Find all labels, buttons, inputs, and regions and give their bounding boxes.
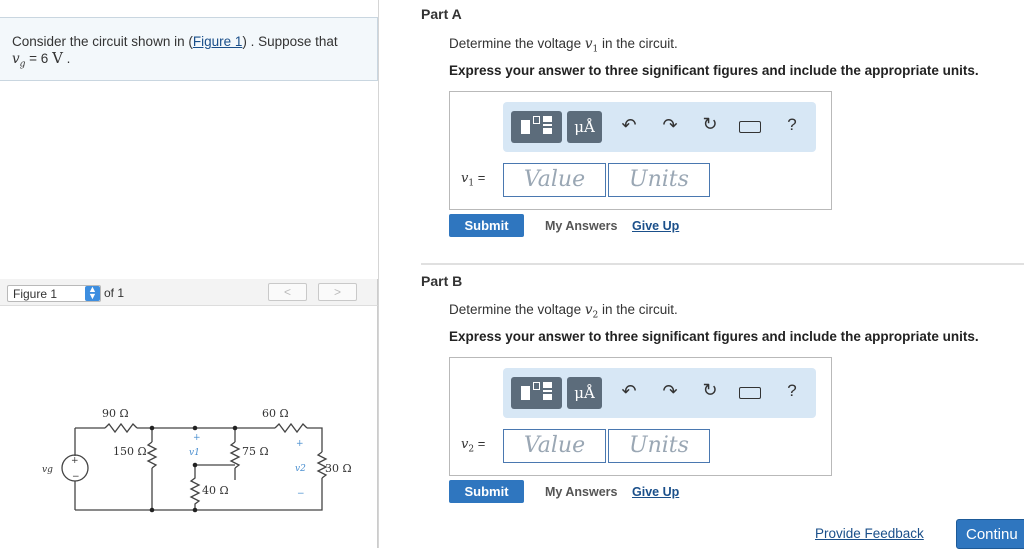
source-minus: −	[72, 472, 80, 482]
vg-period: .	[62, 51, 71, 66]
part-b-answer-label: v2 =	[461, 436, 485, 455]
resistor-40-icon	[189, 465, 201, 510]
part-a-my-answers-link[interactable]: My Answers	[545, 219, 617, 233]
vg-value-line: vg = 6 V .	[12, 49, 70, 70]
part-a-question: Determine the voltage v1 in the circuit.	[449, 36, 678, 55]
provide-feedback-link[interactable]: Provide Feedback	[815, 526, 924, 541]
label-v1: v1	[189, 448, 200, 458]
problem-statement: Consider the circuit shown in (Figure 1)…	[12, 33, 338, 50]
part-b-instruction: Express your answer to three significant…	[449, 329, 979, 344]
reset-icon[interactable]: ↻	[698, 380, 722, 401]
label-40: 40 Ω	[202, 484, 229, 497]
units-icon[interactable]: μÅ	[567, 111, 602, 143]
templates-icon[interactable]	[511, 111, 562, 143]
source-plus: +	[71, 456, 79, 466]
undo-icon[interactable]: ↶	[617, 381, 641, 402]
part-a-question-prefix: Determine the voltage	[449, 36, 585, 51]
part-a-submit-button[interactable]: Submit	[449, 214, 524, 237]
part-divider	[421, 263, 1024, 265]
part-a-answer-label: v1 =	[461, 170, 485, 189]
part-a-toolbar: μÅ ↶ ↷ ↻ ?	[503, 102, 816, 152]
prev-figure-button[interactable]: <	[268, 283, 307, 301]
part-a-question-suffix: in the circuit.	[598, 36, 678, 51]
part-b-title: Part B	[421, 273, 463, 289]
v2-minus: −	[297, 489, 305, 499]
redo-icon[interactable]: ↷	[658, 381, 682, 402]
part-a-units-input[interactable]: Units	[608, 163, 710, 197]
label-vg: vg	[42, 465, 53, 475]
label-30: 30 Ω	[325, 462, 352, 475]
label-v2: v2	[295, 464, 306, 474]
figure-link[interactable]: Figure 1	[193, 34, 243, 49]
part-b-question-suffix: in the circuit.	[598, 302, 678, 317]
part-a-give-up-link[interactable]: Give Up	[632, 219, 679, 233]
resistor-60-icon	[274, 422, 308, 434]
part-b-my-answers-link[interactable]: My Answers	[545, 485, 617, 499]
part-b-question: Determine the voltage v2 in the circuit.	[449, 302, 678, 321]
column-divider	[378, 0, 379, 548]
next-figure-button[interactable]: >	[318, 283, 357, 301]
v2-plus: +	[296, 439, 304, 449]
part-b-question-prefix: Determine the voltage	[449, 302, 585, 317]
keyboard-icon[interactable]	[739, 121, 761, 133]
part-b-toolbar: μÅ ↶ ↷ ↻ ?	[503, 368, 816, 418]
label-150: 150 Ω	[113, 445, 147, 458]
help-icon[interactable]: ?	[780, 381, 804, 401]
problem-text-prefix: Consider the circuit shown in (	[12, 34, 193, 49]
vg-value: = 6	[25, 51, 53, 66]
part-b-value-input[interactable]: Value	[503, 429, 606, 463]
label-90: 90 Ω	[102, 407, 129, 420]
updown-arrow-icon: ▲ ▼	[85, 285, 100, 301]
help-icon[interactable]: ?	[780, 115, 804, 135]
redo-icon[interactable]: ↷	[658, 115, 682, 136]
v1-plus: +	[193, 433, 201, 443]
units-icon[interactable]: μÅ	[567, 377, 602, 409]
keyboard-icon[interactable]	[739, 387, 761, 399]
figure-count: of 1	[104, 286, 125, 300]
part-b-submit-button[interactable]: Submit	[449, 480, 524, 503]
continue-button[interactable]: Continu	[956, 519, 1024, 549]
part-b-give-up-link[interactable]: Give Up	[632, 485, 679, 499]
figure-select-label: Figure 1	[13, 287, 58, 301]
vg-unit: V	[52, 49, 63, 67]
resistor-75-icon	[229, 441, 241, 469]
part-b-units-input[interactable]: Units	[608, 429, 710, 463]
resistor-150-icon	[146, 441, 158, 469]
part-a-value-input[interactable]: Value	[503, 163, 606, 197]
undo-icon[interactable]: ↶	[617, 115, 641, 136]
part-a-title: Part A	[421, 6, 462, 22]
figure-select[interactable]: Figure 1 ▲ ▼	[7, 285, 101, 302]
circuit-diagram: 90 Ω 60 Ω 150 Ω 75 Ω 30 Ω 40 Ω vg + − + …	[42, 407, 352, 513]
part-b-answer-eq: =	[474, 436, 486, 451]
part-a-answer-eq: =	[474, 170, 486, 185]
part-a-instruction: Express your answer to three significant…	[449, 63, 979, 78]
reset-icon[interactable]: ↻	[698, 114, 722, 135]
resistor-90-icon	[104, 422, 138, 434]
label-75: 75 Ω	[242, 445, 269, 458]
label-60: 60 Ω	[262, 407, 289, 420]
templates-icon[interactable]	[511, 377, 562, 409]
problem-text-suffix: ) . Suppose that	[242, 34, 338, 49]
vg-symbol: v	[12, 51, 20, 67]
